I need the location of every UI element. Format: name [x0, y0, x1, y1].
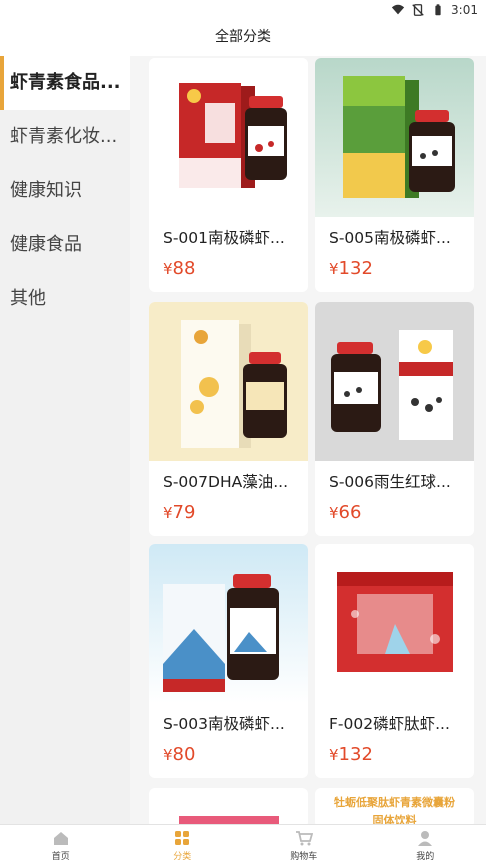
- sidebar-item-shrimp-food[interactable]: 虾青素食品...: [0, 56, 130, 110]
- no-sim-icon: [412, 4, 424, 16]
- product-grid: S-001南极磷虾... ¥88 S-005南极磷虾... ¥132 S-007…: [130, 56, 486, 824]
- product-card[interactable]: F-002磷虾肽虾... ¥132: [315, 544, 474, 778]
- product-card[interactable]: S-001南极磷虾... ¥88: [149, 58, 308, 292]
- status-time: 3:01: [451, 3, 478, 17]
- product-name: S-001南极磷虾...: [163, 229, 285, 247]
- product-image: [315, 544, 474, 703]
- product-price: ¥66: [329, 502, 362, 523]
- product-card[interactable]: S-003南极磷虾... ¥80: [149, 544, 308, 778]
- wifi-icon: [391, 4, 405, 15]
- cart-icon: [295, 831, 313, 846]
- sidebar-item-other[interactable]: 其他: [0, 272, 130, 326]
- product-name: S-005南极磷虾...: [329, 229, 451, 247]
- product-card[interactable]: 牡蛎低聚肽虾青素微囊粉 固体饮料: [315, 788, 474, 824]
- nav-category[interactable]: 分类: [122, 825, 244, 864]
- nav-cart[interactable]: 购物车: [243, 825, 365, 864]
- product-name: S-003南极磷虾...: [163, 715, 285, 733]
- product-image: [179, 816, 279, 824]
- battery-icon: [435, 4, 441, 16]
- home-icon: [53, 832, 68, 845]
- product-card[interactable]: [149, 788, 308, 824]
- product-image: [315, 302, 474, 461]
- category-sidebar: 虾青素食品... 虾青素化妆... 健康知识 健康食品 其他: [0, 56, 130, 824]
- bottom-navigation: 首页 分类 购物车 我的: [0, 824, 486, 864]
- product-image: [315, 58, 474, 217]
- sidebar-item-health-food[interactable]: 健康食品: [0, 218, 130, 272]
- product-image: [149, 58, 308, 217]
- nav-profile[interactable]: 我的: [365, 825, 486, 864]
- banner-line-1: 牡蛎低聚肽虾青素微囊粉: [334, 796, 455, 809]
- product-name: S-007DHA藻油...: [163, 473, 288, 491]
- product-card[interactable]: S-006雨生红球... ¥66: [315, 302, 474, 536]
- nav-home[interactable]: 首页: [0, 825, 122, 864]
- sidebar-item-health-knowledge[interactable]: 健康知识: [0, 164, 130, 218]
- banner-line-2: 固体饮料: [372, 814, 417, 824]
- category-icon: [175, 831, 190, 845]
- status-icons: 3:01: [391, 3, 478, 17]
- user-icon: [418, 831, 433, 846]
- product-card[interactable]: S-005南极磷虾... ¥132: [315, 58, 474, 292]
- sidebar-item-shrimp-cosmetics[interactable]: 虾青素化妆...: [0, 110, 130, 164]
- product-price: ¥132: [329, 744, 373, 765]
- product-name: S-006雨生红球...: [329, 473, 451, 491]
- product-image: [149, 302, 308, 461]
- status-bar: 3:01: [0, 0, 486, 22]
- product-image: [149, 544, 308, 703]
- page-title: 全部分类: [0, 22, 486, 56]
- product-card[interactable]: S-007DHA藻油... ¥79: [149, 302, 308, 536]
- product-price: ¥132: [329, 258, 373, 279]
- product-price: ¥79: [163, 502, 196, 523]
- product-price: ¥88: [163, 258, 196, 279]
- product-price: ¥80: [163, 744, 196, 765]
- product-name: F-002磷虾肽虾...: [329, 715, 450, 733]
